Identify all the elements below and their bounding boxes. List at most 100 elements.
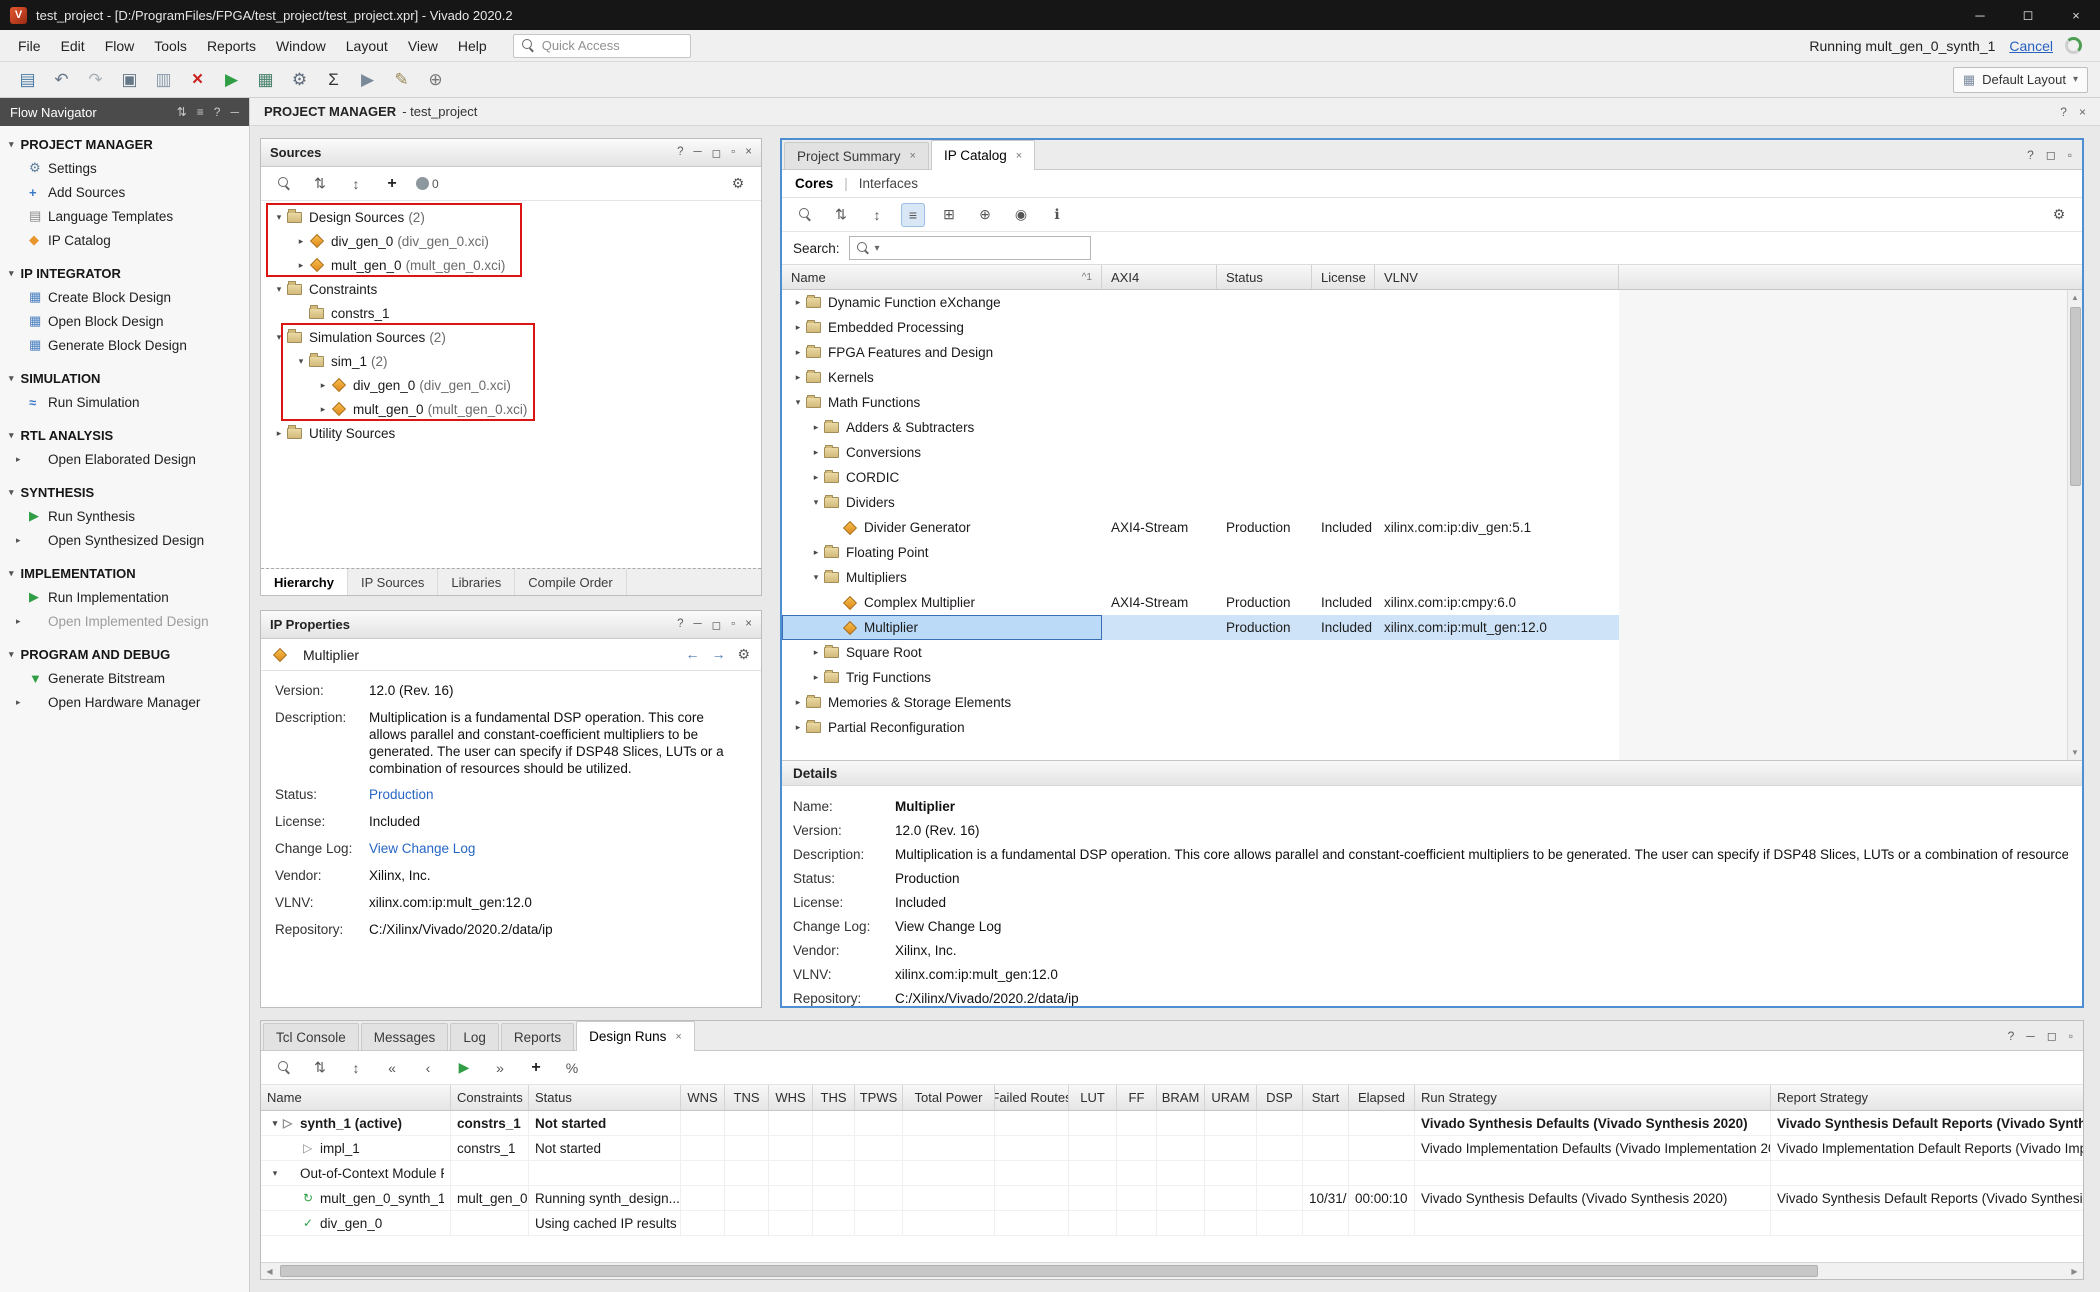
source-tree-item-sim-1[interactable]: ▾sim_1 (2) (261, 349, 761, 373)
step-button[interactable]: ▶ (352, 66, 383, 94)
menu-edit[interactable]: Edit (51, 30, 95, 62)
chevron-down-icon[interactable]: ▾ (267, 1168, 283, 1179)
source-tree-item-simulation-sources[interactable]: ▾Simulation Sources (2) (261, 325, 761, 349)
chevron-down-icon[interactable]: ▾ (808, 497, 824, 508)
catalog-row-conversions[interactable]: ▸Conversions (782, 440, 1619, 465)
chevron-right-icon[interactable]: ▸ (790, 372, 806, 383)
chevron-down-icon[interactable]: ▾ (267, 1118, 283, 1129)
close-icon[interactable]: × (2079, 105, 2086, 119)
column-header-axi4[interactable]: AXI4 (1102, 265, 1217, 289)
column-header-ff[interactable]: FF (1117, 1085, 1157, 1110)
catalog-row-embedded-processing[interactable]: ▸Embedded Processing (782, 315, 1619, 340)
catalog-row-fpga-features-and-design[interactable]: ▸FPGA Features and Design (782, 340, 1619, 365)
column-header-elapsed[interactable]: Elapsed (1349, 1085, 1415, 1110)
run-row-mult-gen-0-synth-1[interactable]: ↻mult_gen_0_synth_1mult_gen_0Running syn… (261, 1186, 2083, 1211)
catalog-row-complex-multiplier[interactable]: Complex MultiplierAXI4-StreamProductionI… (782, 590, 1619, 615)
chevron-right-icon[interactable]: ▸ (790, 322, 806, 333)
menu-window[interactable]: Window (266, 30, 336, 62)
chevron-down-icon[interactable]: ▾ (293, 356, 309, 367)
column-header-start[interactable]: Start (1303, 1085, 1349, 1110)
chevron-right-icon[interactable]: ▸ (315, 380, 331, 391)
close-icon[interactable]: × (1016, 150, 1022, 162)
scrollbar-thumb[interactable] (280, 1265, 1818, 1277)
redo-button[interactable]: ↷ (80, 66, 111, 94)
chevron-right-icon[interactable]: ▸ (271, 428, 287, 439)
menu-reports[interactable]: Reports (197, 30, 266, 62)
scroll-left-icon[interactable]: ◀ (261, 1263, 278, 1279)
sidebar-item-generate-block-design[interactable]: ▦Generate Block Design (0, 333, 249, 357)
save-button[interactable]: ▤ (12, 66, 43, 94)
flow-section-header-synthesis[interactable]: ▾SYNTHESIS (0, 480, 249, 504)
close-button[interactable]: × (2052, 0, 2100, 30)
chevron-down-icon[interactable]: ▾ (271, 212, 287, 223)
maximize-button[interactable]: ◻ (2004, 0, 2052, 30)
source-tree-item-constrs-1[interactable]: constrs_1 (261, 301, 761, 325)
column-header-whs[interactable]: WHS (769, 1085, 813, 1110)
percent-button[interactable]: % (560, 1056, 584, 1080)
sidebar-item-run-simulation[interactable]: ≈Run Simulation (0, 390, 249, 414)
tab-design-runs[interactable]: Design Runs× (576, 1021, 695, 1051)
settings-gear-button[interactable]: ⚙ (726, 172, 750, 196)
minimize-icon[interactable]: ─ (2026, 1029, 2035, 1043)
sidebar-item-open-hardware-manager[interactable]: ▸Open Hardware Manager (0, 690, 249, 714)
column-header-vlnv[interactable]: VLNV (1375, 265, 1619, 289)
paste-button[interactable]: ▥ (148, 66, 179, 94)
gear-icon[interactable]: ⚙ (737, 646, 750, 663)
sidebar-item-run-implementation[interactable]: ▶Run Implementation (0, 585, 249, 609)
catalog-row-square-root[interactable]: ▸Square Root (782, 640, 1619, 665)
settings-button[interactable]: ⚙ (284, 66, 315, 94)
sidebar-item-open-elaborated-design[interactable]: ▸Open Elaborated Design (0, 447, 249, 471)
expand-all-button[interactable]: ↕ (865, 203, 889, 227)
source-tree-item-utility-sources[interactable]: ▸Utility Sources (261, 421, 761, 445)
add-run-button[interactable]: + (524, 1056, 548, 1080)
undo-button[interactable]: ↶ (46, 66, 77, 94)
source-tree-item-div-gen-0[interactable]: ▸div_gen_0 (div_gen_0.xci) (261, 373, 761, 397)
column-header-run-strategy[interactable]: Run Strategy (1415, 1085, 1771, 1110)
run-button[interactable]: ▶ (452, 1056, 476, 1080)
forward-arrow-icon[interactable]: → (711, 646, 725, 663)
catalog-row-partial-reconfiguration[interactable]: ▸Partial Reconfiguration (782, 715, 1619, 740)
catalog-row-divider-generator[interactable]: Divider GeneratorAXI4-StreamProductionIn… (782, 515, 1619, 540)
menu-file[interactable]: File (8, 30, 51, 62)
edit-button[interactable]: ✎ (386, 66, 417, 94)
link-view-change-log[interactable]: View Change Log (369, 841, 737, 858)
help-icon[interactable]: ? (2027, 148, 2034, 162)
column-header-tns[interactable]: TNS (725, 1085, 769, 1110)
tools-button[interactable]: ⊕ (420, 66, 451, 94)
tab-compile-order[interactable]: Compile Order (515, 569, 627, 595)
tab-interfaces[interactable]: Interfaces (859, 176, 918, 191)
maximize-icon[interactable]: ◻ (2047, 1029, 2057, 1043)
tab-hierarchy[interactable]: Hierarchy (261, 569, 348, 595)
copy-button[interactable]: ▣ (114, 66, 145, 94)
run-button[interactable]: ▶ (216, 66, 247, 94)
tab-reports[interactable]: Reports (501, 1023, 574, 1050)
column-header-status[interactable]: Status (1217, 265, 1312, 289)
chevron-right-icon[interactable]: ▸ (293, 260, 309, 271)
column-header-license[interactable]: License (1312, 265, 1375, 289)
maximize-icon[interactable]: ◻ (2046, 148, 2056, 162)
flow-section-header-program-and-debug[interactable]: ▾PROGRAM AND DEBUG (0, 642, 249, 666)
chevron-down-icon[interactable]: ▾ (808, 572, 824, 583)
column-header-status[interactable]: Status (529, 1085, 681, 1110)
chevron-down-icon[interactable]: ▾ (271, 284, 287, 295)
tab-messages[interactable]: Messages (361, 1023, 449, 1050)
catalog-row-dynamic-function-exchange[interactable]: ▸Dynamic Function eXchange (782, 290, 1619, 315)
tab-project-summary[interactable]: Project Summary× (784, 142, 929, 169)
quick-access-input[interactable]: Quick Access (513, 34, 691, 58)
float-icon[interactable]: ▫ (2069, 1029, 2073, 1043)
flow-section-header-implementation[interactable]: ▾IMPLEMENTATION (0, 561, 249, 585)
expand-all-button[interactable]: ↕ (344, 172, 368, 196)
chevron-right-icon[interactable]: ▸ (808, 422, 824, 433)
repository-button[interactable]: ◉ (1009, 203, 1033, 227)
horizontal-scrollbar[interactable]: ◀ ▶ (261, 1262, 2083, 1279)
chevron-right-icon[interactable]: ▸ (808, 447, 824, 458)
column-header-dsp[interactable]: DSP (1257, 1085, 1303, 1110)
flow-section-header-project-manager[interactable]: ▾PROJECT MANAGER (0, 132, 249, 156)
catalog-search-input[interactable]: ▾ (849, 236, 1091, 260)
search-button[interactable] (793, 203, 817, 227)
close-icon[interactable]: × (910, 150, 916, 162)
help-icon[interactable]: ? (677, 146, 683, 160)
sidebar-item-create-block-design[interactable]: ▦Create Block Design (0, 285, 249, 309)
sidebar-item-open-implemented-design[interactable]: ▸Open Implemented Design (0, 609, 249, 633)
float-icon[interactable]: ▫ (2068, 148, 2072, 162)
